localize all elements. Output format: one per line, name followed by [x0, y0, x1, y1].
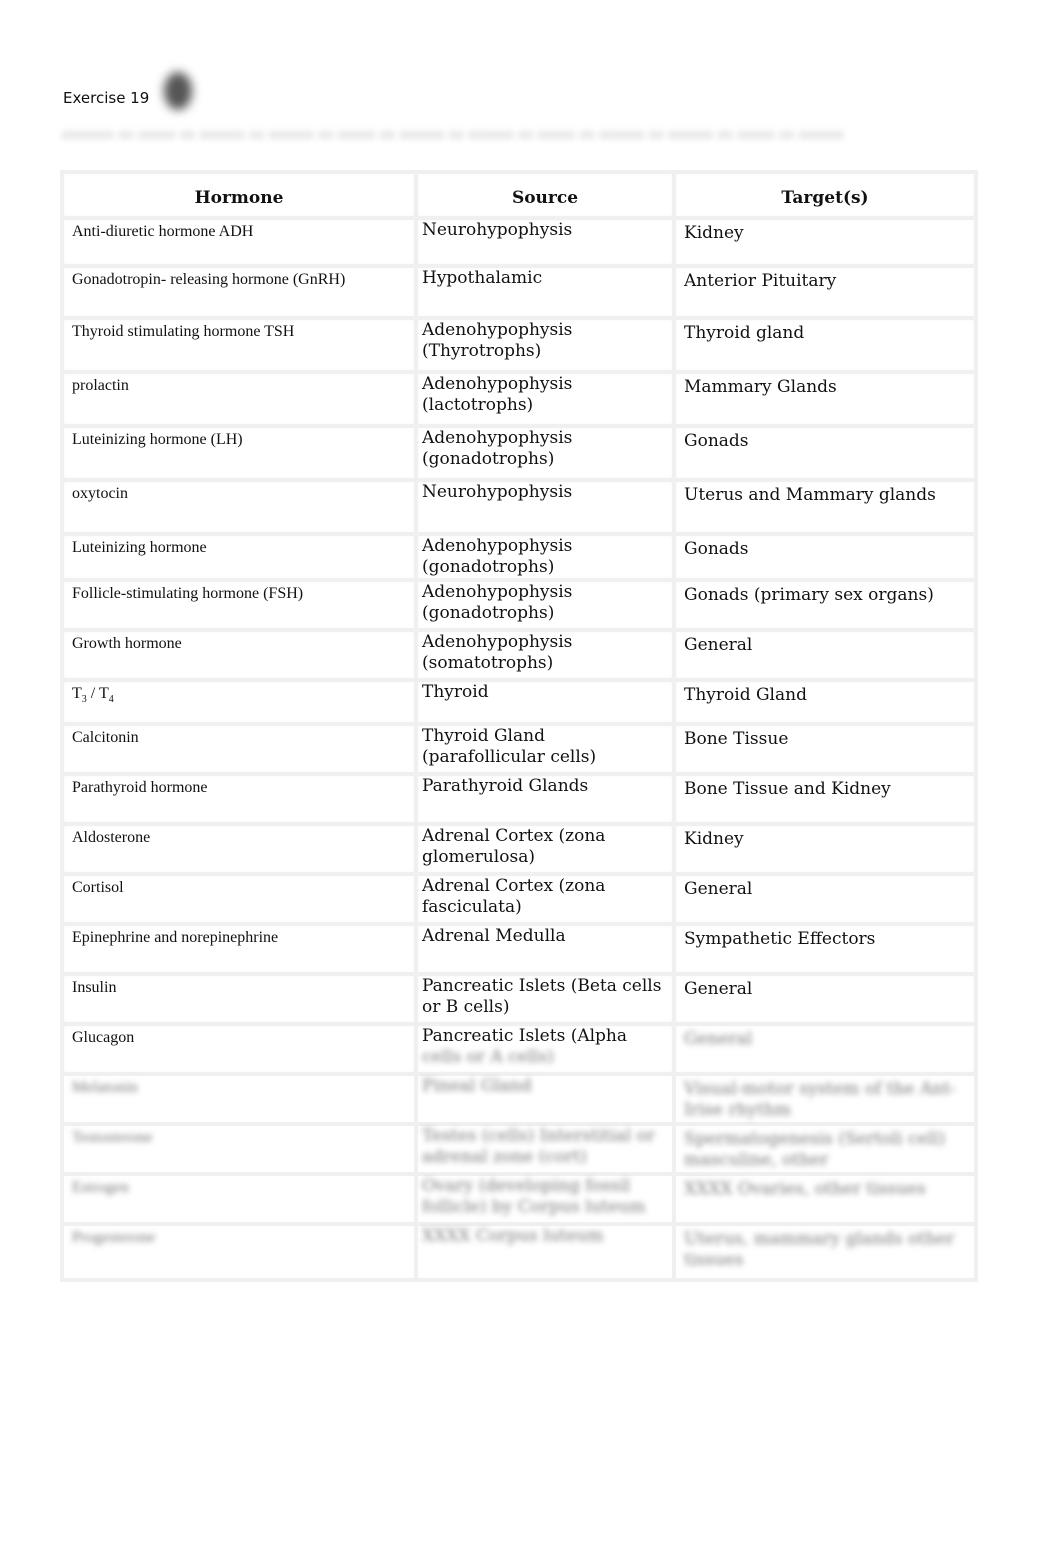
target-cell: General — [672, 872, 978, 926]
table-row-obscured: Progesterone XXXX Corpus luteum Uterus, … — [60, 1222, 978, 1282]
hormone-cell: Epinephrine and norepinephrine — [60, 922, 418, 976]
table-row: Cortisol Adrenal Cortex (zona fasciculat… — [60, 872, 978, 926]
table-row: Luteinizing hormone Adenohypophysis (gon… — [60, 532, 978, 582]
table-row-obscured: Estrogen Ovary (developing fossil follic… — [60, 1172, 978, 1226]
source-cell: Neurohypophysis — [414, 216, 676, 268]
hormone-cell: Follicle-stimulating hormone (FSH) — [60, 578, 418, 632]
table-row: prolactin Adenohypophysis (lactotrophs) … — [60, 370, 978, 428]
source-cell: Pancreatic Islets (Alpha cells or A cells… — [414, 1022, 676, 1076]
source-cell: Ovary (developing fossil follicle) by Co… — [414, 1172, 676, 1226]
table-row: Parathyroid hormone Parathyroid Glands B… — [60, 772, 978, 826]
target-cell: General — [672, 1022, 978, 1076]
hormone-cell: Testosterone — [60, 1122, 418, 1176]
table-row: Aldosterone Adrenal Cortex (zona glomeru… — [60, 822, 978, 876]
hormone-cell: Melatonin — [60, 1072, 418, 1126]
table-row-obscured: Testosterone Testes (cells) Interstitial… — [60, 1122, 978, 1176]
hormone-cell: Progesterone — [60, 1222, 418, 1282]
table-row: Epinephrine and norepinephrine Adrenal M… — [60, 922, 978, 976]
target-cell: Spermatogenesis (Sertoli cell) masculine… — [672, 1122, 978, 1176]
target-cell: Gonads — [672, 532, 978, 582]
target-cell: XXXX Ovaries, other tissues — [672, 1172, 978, 1226]
table-row: Calcitonin Thyroid Gland (parafollicular… — [60, 722, 978, 776]
target-cell: Kidney — [672, 822, 978, 876]
hormone-cell: Estrogen — [60, 1172, 418, 1226]
document-title: Exercise 19 — [63, 89, 150, 107]
table-row: T3 / T4 Thyroid Thyroid Gland — [60, 678, 978, 726]
table-row: Luteinizing hormone (LH) Adenohypophysis… — [60, 424, 978, 482]
hormone-cell: Calcitonin — [60, 722, 418, 776]
hormone-cell: Cortisol — [60, 872, 418, 926]
hormone-cell: Luteinizing hormone — [60, 532, 418, 582]
hormone-cell-t3-t4: T3 / T4 — [60, 678, 418, 726]
source-cell: Adenohypophysis (gonadotrophs) — [414, 424, 676, 482]
source-cell: Neurohypophysis — [414, 478, 676, 536]
hormone-cell: Insulin — [60, 972, 418, 1026]
hormone-cell: oxytocin — [60, 478, 418, 536]
hormone-cell: Luteinizing hormone (LH) — [60, 424, 418, 482]
table-row: oxytocin Neurohypophysis Uterus and Mamm… — [60, 478, 978, 536]
hormone-cell: Glucagon — [60, 1022, 418, 1076]
hormone-cell: Thyroid stimulating hormone TSH — [60, 316, 418, 374]
source-cell: Thyroid — [414, 678, 676, 726]
hormone-cell: Aldosterone — [60, 822, 418, 876]
redaction-blob — [164, 72, 192, 110]
table-row: Growth hormone Adenohypophysis (somatotr… — [60, 628, 978, 682]
target-cell: Visual-motor system of the Ant-Irise rhy… — [672, 1072, 978, 1126]
target-cell: Gonads — [672, 424, 978, 482]
table-row: Insulin Pancreatic Islets (Beta cells or… — [60, 972, 978, 1026]
header-hormone: Hormone — [60, 170, 418, 220]
target-cell: Sympathetic Effectors — [672, 922, 978, 976]
table-header-row: Hormone Source Target(s) — [60, 170, 978, 220]
hormone-cell: Parathyroid hormone — [60, 772, 418, 826]
table-row: Glucagon Pancreatic Islets (Alpha cells o… — [60, 1022, 978, 1076]
header-targets: Target(s) — [672, 170, 978, 220]
source-cell: Adrenal Medulla — [414, 922, 676, 976]
hormone-cell: Growth hormone — [60, 628, 418, 682]
target-cell: Bone Tissue — [672, 722, 978, 776]
target-cell: Bone Tissue and Kidney — [672, 772, 978, 826]
source-cell: Hypothalamic — [414, 264, 676, 320]
source-cell: Adrenal Cortex (zona fasciculata) — [414, 872, 676, 926]
table-row: Thyroid stimulating hormone TSH Adenohyp… — [60, 316, 978, 374]
source-cell: Adrenal Cortex (zona glomerulosa) — [414, 822, 676, 876]
obscured-subtitle: xxxxxxx xx xxxxx xx xxxxxx xx xxxxxx xx … — [62, 128, 845, 141]
hormone-table: Hormone Source Target(s) Anti-diuretic h… — [60, 170, 978, 1282]
source-cell: Testes (cells) Interstitial or adrenal z… — [414, 1122, 676, 1176]
obscured-text: cells or A cells) — [422, 1047, 554, 1067]
target-cell: Thyroid Gland — [672, 678, 978, 726]
target-cell: General — [672, 628, 978, 682]
obscured-text: General — [684, 1029, 753, 1049]
target-cell: General — [672, 972, 978, 1026]
target-cell: Thyroid gland — [672, 316, 978, 374]
target-cell: Mammary Glands — [672, 370, 978, 428]
hormone-cell: prolactin — [60, 370, 418, 428]
source-cell: Adenohypophysis (gonadotrophs) — [414, 532, 676, 582]
header-source: Source — [414, 170, 676, 220]
target-cell: Anterior Pituitary — [672, 264, 978, 320]
target-cell: Uterus and Mammary glands — [672, 478, 978, 536]
source-cell: Thyroid Gland (parafollicular cells) — [414, 722, 676, 776]
source-cell: Adenohypophysis (lactotrophs) — [414, 370, 676, 428]
hormone-cell: Gonadotropin- releasing hormone (GnRH) — [60, 264, 418, 320]
source-cell: Parathyroid Glands — [414, 772, 676, 826]
source-cell: Pancreatic Islets (Beta cells or B cells… — [414, 972, 676, 1026]
table-row-obscured: Melatonin Pineal Gland Visual-motor syst… — [60, 1072, 978, 1126]
table-row: Follicle-stimulating hormone (FSH) Adeno… — [60, 578, 978, 632]
source-cell: Adenohypophysis (gonadotrophs) — [414, 578, 676, 632]
hormone-cell: Anti-diuretic hormone ADH — [60, 216, 418, 268]
table-row: Anti-diuretic hormone ADH Neurohypophysi… — [60, 216, 978, 268]
target-cell: Uterus, mammary glands other tissues — [672, 1222, 978, 1282]
target-cell: Gonads (primary sex organs) — [672, 578, 978, 632]
source-cell: Adenohypophysis (somatotrophs) — [414, 628, 676, 682]
hormone-table-container: Hormone Source Target(s) Anti-diuretic h… — [60, 170, 978, 1282]
source-cell: XXXX Corpus luteum — [414, 1222, 676, 1282]
table-row: Gonadotropin- releasing hormone (GnRH) H… — [60, 264, 978, 320]
source-cell: Adenohypophysis (Thyrotrophs) — [414, 316, 676, 374]
target-cell: Kidney — [672, 216, 978, 268]
source-cell: Pineal Gland — [414, 1072, 676, 1126]
